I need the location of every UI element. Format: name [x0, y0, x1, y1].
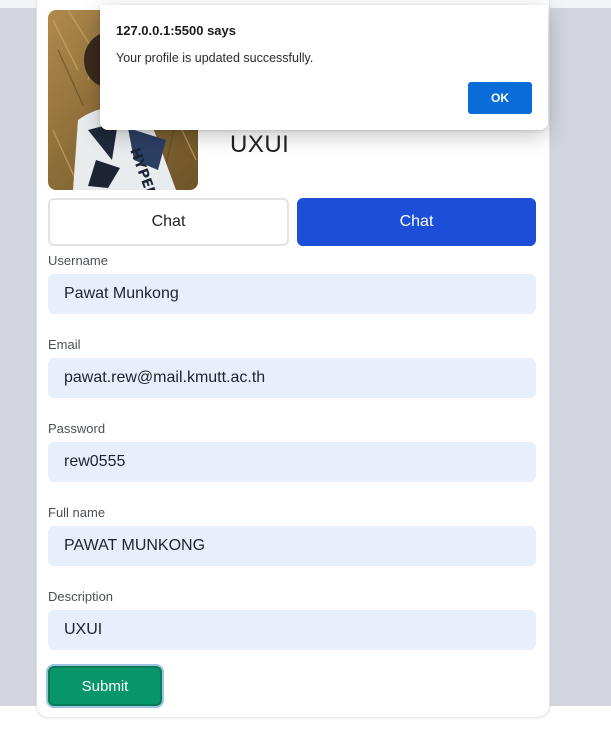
dialog-message: Your profile is updated successfully. — [116, 51, 314, 65]
chat-button-primary[interactable]: Chat — [297, 198, 536, 246]
username-label: Username — [48, 253, 108, 268]
chat-button-secondary[interactable]: Chat — [48, 198, 289, 246]
submit-button[interactable]: Submit — [46, 664, 164, 708]
fullname-field[interactable]: PAWAT MUNKONG — [48, 526, 536, 566]
dialog-ok-button[interactable]: OK — [468, 82, 532, 114]
page: HYPER UXUI Chat Chat Username Pawat Munk… — [0, 0, 611, 736]
alert-dialog: 127.0.0.1:5500 says Your profile is upda… — [100, 5, 548, 130]
email-label: Email — [48, 337, 81, 352]
username-field[interactable]: Pawat Munkong — [48, 274, 536, 314]
password-field[interactable]: rew0555 — [48, 442, 536, 482]
description-field[interactable]: UXUI — [48, 610, 536, 650]
profile-name: UXUI — [230, 131, 290, 158]
password-label: Password — [48, 421, 106, 436]
fullname-label: Full name — [48, 505, 106, 520]
email-field[interactable]: pawat.rew@mail.kmutt.ac.th — [48, 358, 536, 398]
dialog-title: 127.0.0.1:5500 says — [116, 23, 236, 38]
description-label: Description — [48, 589, 114, 604]
